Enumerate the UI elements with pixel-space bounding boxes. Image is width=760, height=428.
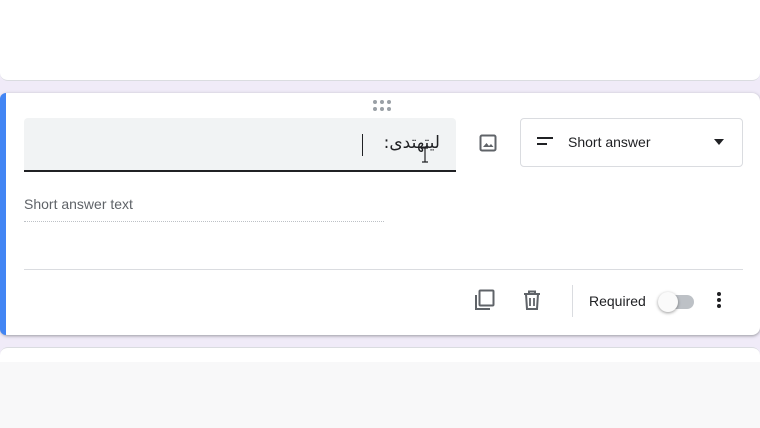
copy-icon [475,289,495,310]
more-vert-icon [717,292,721,308]
delete-button[interactable] [518,286,546,314]
footer-separator [572,285,573,317]
active-indicator-bar [0,93,6,335]
question-title-value: لیتهتدی: [383,133,440,153]
question-type-label: Short answer [568,134,651,150]
text-cursor [362,134,363,156]
previous-question-card [0,0,760,81]
question-card[interactable]: لیتهتدی: Short answer Short answer text [0,93,760,335]
question-title-input[interactable]: لیتهتدی: [24,118,456,172]
trash-icon [524,290,540,310]
arrow-drop-down-icon [714,139,724,145]
required-label: Required [589,293,646,309]
ibeam-cursor-icon [422,147,428,163]
short-text-icon [537,137,553,145]
add-image-button[interactable] [472,127,504,159]
required-toggle[interactable] [658,292,696,312]
more-options-button[interactable] [707,288,731,312]
toggle-thumb [658,292,678,312]
next-card-body [0,362,760,428]
drag-handle-icon[interactable] [373,100,395,112]
next-question-card [0,347,760,428]
question-type-dropdown[interactable]: Short answer [520,118,743,167]
footer-divider [24,269,743,270]
image-icon [479,134,497,152]
short-answer-placeholder: Short answer text [24,196,384,222]
duplicate-button[interactable] [470,286,498,314]
